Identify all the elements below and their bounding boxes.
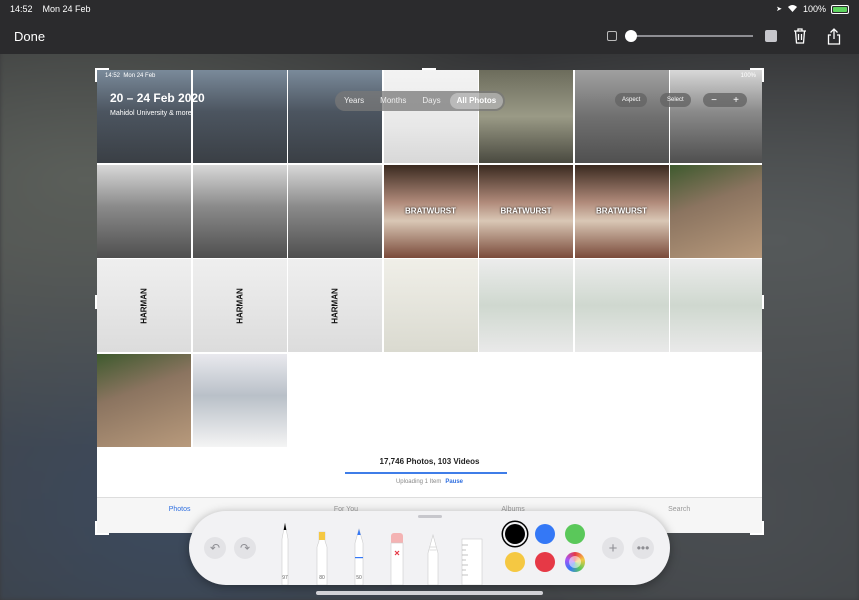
plus-icon: + <box>608 539 618 557</box>
photo-thumbnail[interactable] <box>383 259 478 352</box>
photo-thumbnail[interactable] <box>574 259 669 352</box>
photo-thumbnail[interactable]: HARMAN <box>288 259 382 352</box>
photo-thumbnail[interactable] <box>670 164 762 258</box>
color-yellow[interactable] <box>505 552 525 572</box>
library-counts: 17,746 Photos, 103 Videos <box>379 457 480 466</box>
segment-years[interactable]: Years <box>337 93 371 109</box>
screenshot-preview: BRATWURST BRATWURST BRATWURST HARMAN HARMAN H… <box>97 70 762 533</box>
photo-thumbnail[interactable]: BRATWURST <box>574 164 669 258</box>
share-button[interactable] <box>823 25 845 47</box>
color-red[interactable] <box>535 552 555 572</box>
thumbnail-label: HARMAN <box>235 287 244 324</box>
redo-icon: ↷ <box>239 541 251 555</box>
status-bar: 14:52 Mon 24 Feb ➤ 100% <box>0 0 859 18</box>
pen-size: 97 <box>282 575 288 581</box>
opacity-max-icon <box>765 30 777 42</box>
segment-days[interactable]: Days <box>415 93 447 109</box>
photo-thumbnail[interactable] <box>479 259 573 352</box>
markup-toolbar: Done <box>0 18 859 54</box>
photo-thumbnail[interactable]: BRATWURST <box>383 164 478 258</box>
photo-thumbnail[interactable] <box>574 70 669 163</box>
zoom-in-button[interactable]: + <box>733 95 739 106</box>
pause-upload-link[interactable]: Pause <box>445 479 463 485</box>
marker-size: 80 <box>319 575 325 581</box>
select-button[interactable]: Select <box>660 93 691 107</box>
opacity-min-icon <box>607 31 617 41</box>
photo-grid: BRATWURST BRATWURST BRATWURST HARMAN HARMAN H… <box>97 70 762 447</box>
color-blue[interactable] <box>535 524 555 544</box>
markup-tool-palette: ↶ ↷ 97 80 50 + ••• <box>189 511 670 586</box>
photo-thumbnail[interactable] <box>670 70 762 163</box>
ruler-icon <box>461 538 483 586</box>
date-range-title: 20 – 24 Feb 2020 <box>110 91 205 105</box>
thumbnail-label: BRATWURST <box>596 206 647 216</box>
zoom-out-button[interactable]: − <box>711 95 717 106</box>
photo-thumbnail[interactable]: HARMAN <box>192 259 287 352</box>
pen-tool[interactable]: 97 <box>279 521 291 586</box>
thumbnail-label: BRATWURST <box>500 206 552 216</box>
photo-thumbnail[interactable]: BRATWURST <box>479 164 573 258</box>
library-segmented-control: Years Months Days All Photos <box>335 91 506 111</box>
lasso-tool[interactable] <box>426 533 440 586</box>
color-black[interactable] <box>505 524 525 544</box>
done-button[interactable]: Done <box>14 29 45 44</box>
undo-button[interactable]: ↶ <box>204 537 226 559</box>
eraser-tool[interactable] <box>389 531 405 586</box>
status-time: 14:52 <box>10 4 33 14</box>
photo-thumbnail[interactable] <box>97 353 191 447</box>
tab-photos[interactable]: Photos <box>169 506 191 533</box>
pencil-size: 50 <box>356 575 362 581</box>
share-icon <box>827 27 841 45</box>
trash-icon <box>794 28 806 44</box>
zoom-control: − + <box>703 93 747 107</box>
redo-button[interactable]: ↷ <box>234 537 256 559</box>
home-indicator[interactable] <box>316 591 543 595</box>
tab-search[interactable]: Search <box>668 506 690 533</box>
pencil-tool[interactable]: 50 <box>353 527 365 586</box>
photo-thumbnail[interactable] <box>479 70 573 163</box>
shot-status-time: 14:52 Mon 24 Feb <box>105 73 156 79</box>
upload-status: Uploading 1 Item Pause <box>97 479 762 485</box>
battery-icon <box>831 4 849 14</box>
photo-thumbnail[interactable]: HARMAN <box>97 259 191 352</box>
segment-all-photos[interactable]: All Photos <box>449 93 504 109</box>
thumbnail-label: BRATWURST <box>405 206 456 216</box>
photo-thumbnail[interactable] <box>192 164 287 258</box>
thumbnail-label: HARMAN <box>330 287 340 324</box>
photo-thumbnail[interactable] <box>383 70 478 163</box>
trash-button[interactable] <box>789 25 811 47</box>
photo-thumbnail[interactable] <box>670 259 762 352</box>
photo-thumbnail[interactable] <box>192 70 287 163</box>
status-date: Mon 24 Feb <box>42 4 91 14</box>
undo-icon: ↶ <box>209 541 221 555</box>
location-subtitle: Mahidol University & more <box>110 110 192 117</box>
lasso-icon <box>427 533 439 586</box>
add-shape-button[interactable]: + <box>602 537 624 559</box>
color-picker-wheel[interactable] <box>565 552 585 572</box>
aspect-button[interactable]: Aspect <box>615 93 648 107</box>
ellipsis-icon: ••• <box>636 541 650 555</box>
opacity-slider[interactable] <box>625 30 753 42</box>
opacity-slider-knob[interactable] <box>625 30 637 42</box>
more-options-button[interactable]: ••• <box>632 537 654 559</box>
segment-months[interactable]: Months <box>373 93 413 109</box>
eraser-icon <box>390 533 404 586</box>
color-green[interactable] <box>565 524 585 544</box>
photo-thumbnail[interactable] <box>288 164 382 258</box>
photo-thumbnail[interactable] <box>97 164 191 258</box>
photo-thumbnail[interactable] <box>288 70 382 163</box>
photo-thumbnail[interactable] <box>192 353 287 447</box>
thumbnail-label: HARMAN <box>139 287 149 324</box>
upload-progress-bar <box>345 472 507 474</box>
marker-tool[interactable]: 80 <box>315 529 329 586</box>
palette-grabber[interactable] <box>418 515 442 518</box>
battery-percent: 100% <box>802 4 826 14</box>
wifi-icon <box>787 4 798 14</box>
location-icon: ➤ <box>776 6 782 13</box>
ruler-tool[interactable] <box>460 537 484 586</box>
upload-status-text: Uploading 1 Item <box>395 479 442 485</box>
shot-status-battery: 100% <box>740 73 756 79</box>
